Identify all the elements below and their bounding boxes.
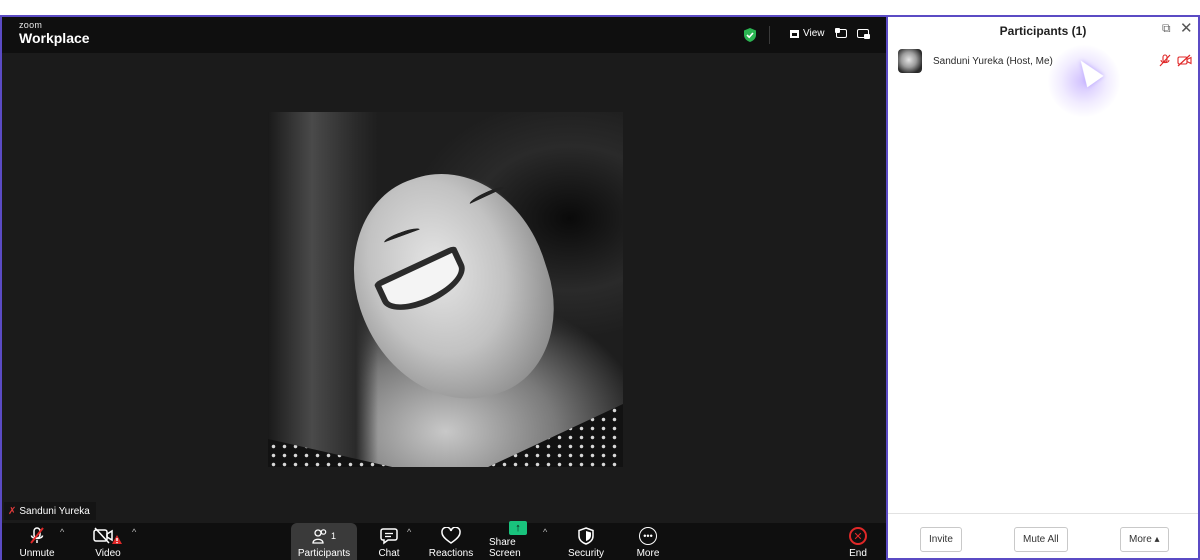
share-screen-icon: ↑ [509, 521, 527, 535]
mic-off-icon [1159, 54, 1171, 67]
participant-status-icons [1159, 54, 1192, 67]
heart-icon [441, 527, 461, 544]
reactions-label: Reactions [428, 548, 474, 559]
chat-label: Chat [378, 548, 400, 559]
end-button[interactable]: ✕ End [840, 523, 876, 560]
meeting-topbar: zoom Workplace View [2, 17, 886, 53]
end-label: End [849, 548, 867, 559]
view-label: View [803, 28, 825, 39]
security-shield-icon [578, 527, 594, 545]
mic-off-icon: ✗ [8, 505, 17, 517]
participants-button[interactable]: 1 Participants [291, 523, 357, 560]
end-call-icon: ✕ [849, 527, 867, 545]
share-options-caret[interactable]: ^ [543, 527, 547, 537]
participants-count: 1 [330, 531, 336, 541]
video-name-tag: ✗ Sanduni Yureka [4, 502, 96, 520]
reactions-button[interactable]: Reactions [426, 523, 476, 560]
share-screen-button[interactable]: ↑ Share Screen [489, 521, 547, 560]
participant-video-tile [268, 112, 623, 467]
participant-row[interactable]: Sanduni Yureka (Host, Me) [898, 49, 1192, 73]
unmute-label: Unmute [19, 548, 55, 559]
chat-icon [380, 528, 398, 545]
unmute-button[interactable]: Unmute [18, 523, 56, 560]
video-off-icon [1177, 54, 1192, 67]
chat-button[interactable]: Chat [374, 523, 404, 560]
shield-check-icon[interactable] [744, 28, 756, 42]
minimize-icon[interactable] [857, 29, 870, 39]
invite-button[interactable]: Invite [920, 527, 962, 552]
video-options-caret[interactable]: ^ [132, 527, 136, 537]
panel-more-button[interactable]: More ▴ [1120, 527, 1169, 552]
avatar [898, 49, 922, 73]
share-screen-label: Share Screen [489, 537, 521, 559]
meeting-toolbar: Unmute ^ Video ^ 1 Participants Chat ^ R… [2, 521, 886, 560]
video-button[interactable]: Video [88, 523, 128, 560]
pip-icon[interactable] [835, 28, 847, 38]
panel-title: Participants (1) [999, 24, 1087, 38]
panel-footer: Invite Mute All More ▴ [888, 513, 1198, 558]
security-button[interactable]: Security [566, 523, 606, 560]
view-button[interactable]: View [790, 28, 825, 39]
participant-name: Sanduni Yureka (Host, Me) [933, 55, 1053, 67]
video-area [2, 53, 886, 523]
video-off-icon [93, 527, 122, 544]
chat-options-caret[interactable]: ^ [407, 527, 411, 537]
pop-out-icon[interactable]: ⧉ [1162, 21, 1171, 36]
zoom-app: zoom Workplace View ✗ Sanduni Yureka Unm… [0, 15, 1200, 560]
close-icon[interactable]: ✕ [1180, 19, 1193, 37]
more-dots-icon: ••• [639, 527, 657, 545]
more-label: More [636, 548, 660, 559]
participants-panel: Participants (1) ⧉ ✕ Sanduni Yureka (Hos… [886, 15, 1200, 560]
zoom-logo-workplace: Workplace [19, 30, 90, 46]
video-label: Video [95, 548, 121, 559]
more-button[interactable]: ••• More [632, 523, 664, 560]
topbar-divider [769, 26, 770, 44]
mic-off-icon [30, 527, 44, 544]
name-tag-label: Sanduni Yureka [19, 505, 90, 517]
zoom-logo-small: zoom [19, 20, 43, 30]
security-label: Security [567, 548, 605, 559]
participants-icon [312, 529, 327, 544]
grid-view-icon [790, 29, 799, 38]
meeting-window: zoom Workplace View ✗ Sanduni Yureka Unm… [0, 15, 886, 560]
audio-options-caret[interactable]: ^ [60, 527, 64, 537]
mute-all-button[interactable]: Mute All [1014, 527, 1068, 552]
participants-label: Participants [297, 548, 351, 559]
